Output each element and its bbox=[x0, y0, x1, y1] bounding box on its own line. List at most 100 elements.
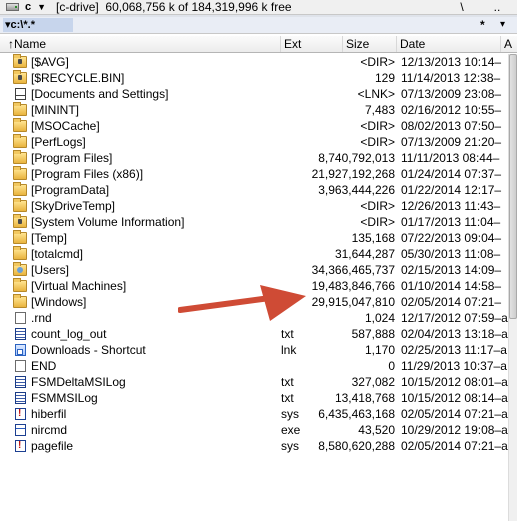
row-size: 8,580,620,288 bbox=[318, 439, 395, 453]
row-name: [Virtual Machines] bbox=[31, 279, 127, 293]
folder-icon bbox=[13, 198, 27, 212]
root-dir-button[interactable]: \ bbox=[453, 0, 471, 15]
table-row[interactable]: [System Volume Information] <DIR> 01/17/20… bbox=[0, 214, 517, 230]
row-date: 12/13/2013 10:14– bbox=[401, 55, 502, 69]
table-row[interactable]: Downloads - Shortcut lnk 1,170 02/25/2013 1… bbox=[0, 342, 517, 358]
row-name: [Users] bbox=[31, 263, 70, 277]
table-row[interactable]: hiberfil sys 6,435,463,168 02/05/2014 07:21… bbox=[0, 406, 517, 422]
row-name: END bbox=[31, 359, 57, 373]
row-date: 07/13/2009 23:08– bbox=[401, 87, 502, 101]
folder-lock-icon bbox=[13, 70, 27, 84]
row-date: 05/30/2013 11:08– bbox=[401, 247, 501, 261]
table-row[interactable]: [Program Files] 8,740,792,013 11/11/2013 0… bbox=[0, 150, 517, 166]
table-row[interactable]: FSMDeltaMSILog txt 327,082 10/15/2012 08:01… bbox=[0, 374, 517, 390]
hard-drive-icon[interactable] bbox=[6, 3, 19, 11]
filter-button[interactable]: * bbox=[480, 18, 485, 32]
file-list: [$AVG] <DIR> 12/13/2013 10:14– [$RECYCLE.BI… bbox=[0, 54, 517, 454]
chevron-down-icon[interactable]: ▼ bbox=[37, 2, 46, 12]
row-name: [$RECYCLE.BIN] bbox=[31, 71, 125, 85]
current-path[interactable]: ▾c:\*.* bbox=[3, 18, 73, 32]
table-row[interactable]: END 0 11/29/2013 10:37–a bbox=[0, 358, 517, 374]
row-name: hiberfil bbox=[31, 407, 67, 421]
drive-name: [c-drive] bbox=[56, 0, 99, 14]
row-size: 129 bbox=[374, 71, 395, 85]
table-row[interactable]: [Program Files (x86)] 21,927,192,268 01/24… bbox=[0, 166, 517, 182]
row-size: 3,963,444,226 bbox=[318, 183, 395, 197]
row-size: 7,483 bbox=[364, 103, 395, 117]
system-file-icon bbox=[15, 438, 26, 454]
row-size: 43,520 bbox=[358, 423, 395, 437]
table-row[interactable]: [Temp] 135,168 07/22/2013 09:04– bbox=[0, 230, 517, 246]
row-date: 01/10/2014 14:58– bbox=[401, 279, 502, 293]
row-ext: sys bbox=[281, 407, 299, 421]
row-name: [Program Files (x86)] bbox=[31, 167, 144, 181]
system-file-icon bbox=[15, 406, 26, 422]
table-row[interactable]: [SkyDriveTemp] <DIR> 12/26/2013 11:43– bbox=[0, 198, 517, 214]
row-date: 12/17/2012 07:59–a bbox=[401, 311, 508, 325]
table-row[interactable]: [PerfLogs] <DIR> 07/13/2009 21:20– bbox=[0, 134, 517, 150]
row-date: 07/22/2013 09:04– bbox=[401, 231, 502, 245]
row-ext: txt bbox=[281, 375, 294, 389]
row-date: 11/11/2013 08:44– bbox=[401, 151, 500, 165]
row-size: 327,082 bbox=[351, 375, 395, 389]
column-attr[interactable]: A bbox=[501, 36, 517, 52]
row-size: 587,888 bbox=[351, 327, 395, 341]
row-name: [Temp] bbox=[31, 231, 68, 245]
table-row[interactable]: [$RECYCLE.BIN] 129 11/14/2013 12:38– bbox=[0, 70, 517, 86]
row-date: 02/15/2013 14:09– bbox=[401, 263, 502, 277]
text-file-icon bbox=[15, 376, 26, 388]
row-size: 34,366,465,737 bbox=[311, 263, 395, 277]
folder-icon bbox=[13, 166, 27, 180]
column-date[interactable]: Date bbox=[397, 36, 501, 52]
row-size: 0 bbox=[388, 359, 395, 373]
table-row[interactable]: nircmd exe 43,520 10/29/2012 19:08–a bbox=[0, 422, 517, 438]
parent-dir-button[interactable]: .. bbox=[488, 0, 506, 15]
table-row[interactable]: pagefile sys 8,580,620,288 02/05/2014 07:21… bbox=[0, 438, 517, 454]
folder-icon bbox=[13, 246, 27, 260]
folder-icon bbox=[13, 118, 27, 132]
row-size: <DIR> bbox=[360, 135, 395, 149]
scrollbar-thumb[interactable] bbox=[509, 54, 517, 319]
folder-icon bbox=[13, 278, 27, 292]
folder-icon bbox=[13, 134, 27, 148]
file-icon bbox=[15, 312, 26, 324]
path-bar: ▾c:\*.* * ▾ bbox=[0, 17, 517, 34]
row-date: 10/15/2012 08:01–a bbox=[401, 375, 508, 389]
row-size: <DIR> bbox=[360, 119, 395, 133]
row-size: 13,418,768 bbox=[334, 391, 395, 405]
file-icon bbox=[15, 360, 26, 372]
column-name[interactable]: ↑Name bbox=[0, 36, 281, 52]
table-row[interactable]: [Users] 34,366,465,737 02/15/2013 14:09– bbox=[0, 262, 517, 278]
table-row[interactable]: [Documents and Settings] <LNK> 07/13/2009 … bbox=[0, 86, 517, 102]
row-name: [totalcmd] bbox=[31, 247, 84, 261]
table-row[interactable]: count_log_out txt 587,888 02/04/2013 13:18–… bbox=[0, 326, 517, 342]
folder-icon bbox=[13, 182, 27, 196]
row-name: count_log_out bbox=[31, 327, 107, 341]
row-date: 02/04/2013 13:18–a bbox=[401, 327, 508, 341]
table-row[interactable]: [totalcmd] 31,644,287 05/30/2013 11:08– bbox=[0, 246, 517, 262]
shortcut-icon bbox=[15, 344, 26, 356]
table-row[interactable]: [MSOCache] <DIR> 08/02/2013 07:50– bbox=[0, 118, 517, 134]
column-ext[interactable]: Ext bbox=[281, 36, 343, 52]
row-name: [PerfLogs] bbox=[31, 135, 86, 149]
text-file-icon bbox=[15, 392, 26, 404]
column-size[interactable]: Size bbox=[343, 36, 397, 52]
row-ext: exe bbox=[281, 423, 301, 437]
row-ext: txt bbox=[281, 327, 294, 341]
arrow-shaft bbox=[178, 295, 273, 313]
row-name: Downloads - Shortcut bbox=[31, 343, 146, 357]
row-name: pagefile bbox=[31, 439, 74, 453]
table-row[interactable]: FSMMSILog txt 13,418,768 10/15/2012 08:14–a bbox=[0, 390, 517, 406]
folder-lock-icon bbox=[13, 214, 27, 228]
row-date: 02/05/2014 07:21–a bbox=[401, 439, 508, 453]
row-name: [Windows] bbox=[31, 295, 87, 309]
row-name: FSMDeltaMSILog bbox=[31, 375, 126, 389]
history-chevron-icon[interactable]: ▾ bbox=[500, 19, 505, 30]
table-row[interactable]: [ProgramData] 3,963,444,226 01/22/2014 12:… bbox=[0, 182, 517, 198]
row-ext: lnk bbox=[281, 343, 297, 357]
drive-selector[interactable]: c bbox=[25, 1, 31, 13]
row-size: <DIR> bbox=[360, 55, 395, 69]
table-row[interactable]: [$AVG] <DIR> 12/13/2013 10:14– bbox=[0, 54, 517, 70]
row-size: 31,644,287 bbox=[334, 247, 395, 261]
table-row[interactable]: [MININT] 7,483 02/16/2012 10:55– bbox=[0, 102, 517, 118]
